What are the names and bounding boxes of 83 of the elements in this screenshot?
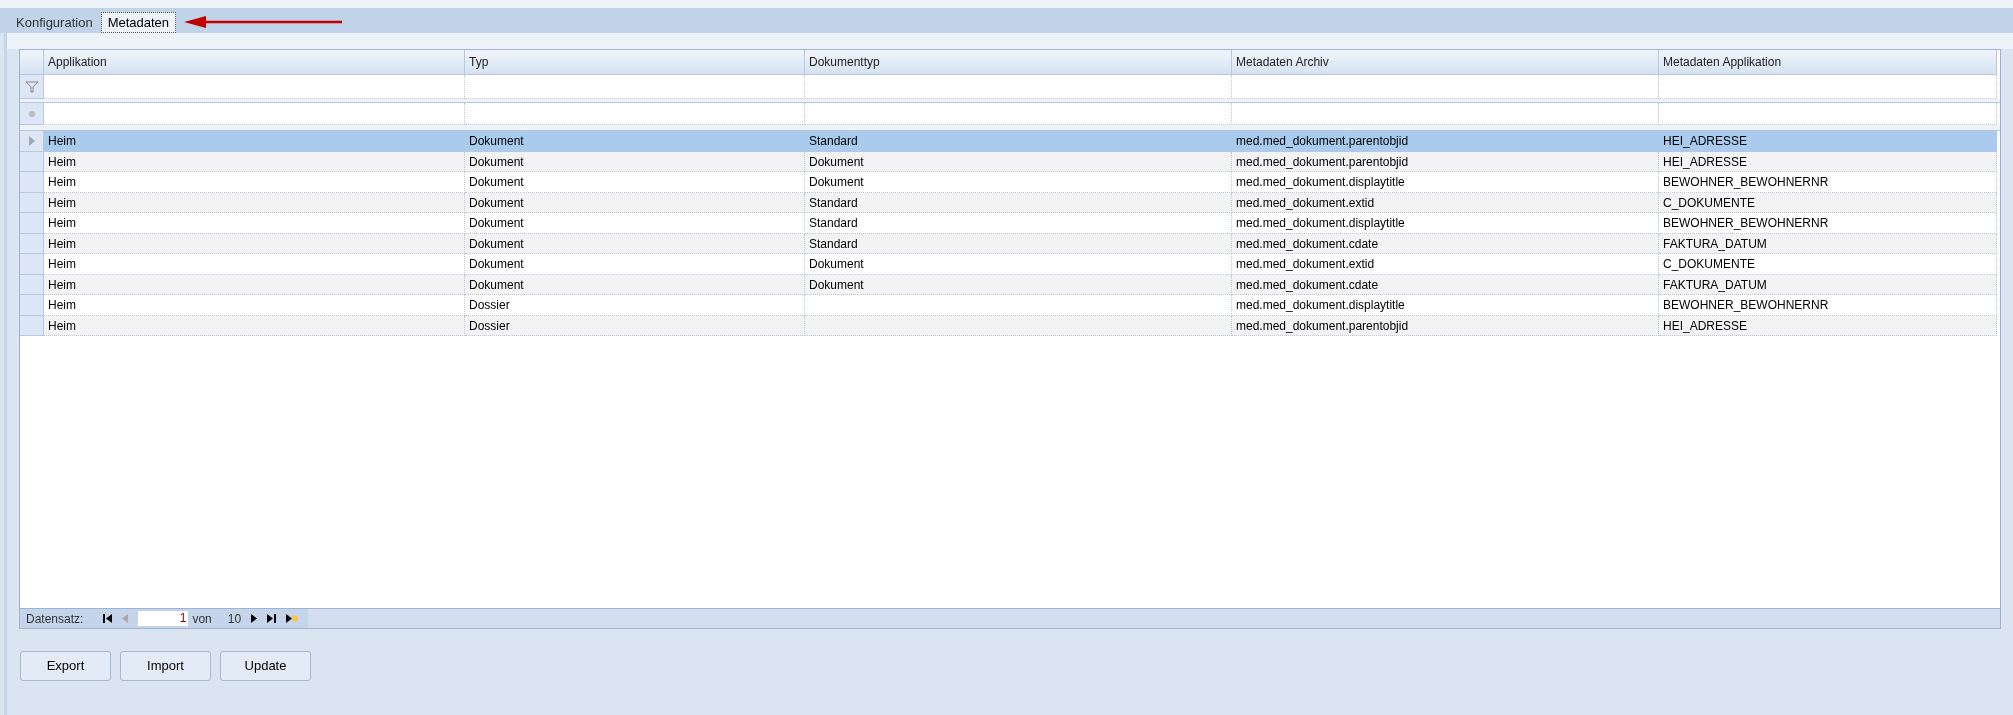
- table-cell: med.med_dokument.displaytitle: [1232, 295, 1659, 316]
- record-position-field[interactable]: 1: [138, 611, 189, 626]
- table-cell: HEI_ADRESSE: [1659, 151, 1997, 172]
- row-header[interactable]: [20, 75, 44, 99]
- table-cell: Heim: [44, 315, 465, 336]
- table-cell: Dokument: [465, 213, 805, 234]
- table-cell: Standard: [805, 192, 1232, 213]
- table-cell: Heim: [44, 131, 465, 152]
- tab[interactable]: Metadaten: [100, 12, 177, 33]
- row-header[interactable]: [20, 254, 44, 275]
- table-cell: Heim: [44, 233, 465, 254]
- table-cell: Heim: [44, 213, 465, 234]
- row-header[interactable]: [20, 213, 44, 234]
- table-cell: Dokument: [805, 274, 1232, 295]
- filter-icon: [24, 80, 39, 93]
- table-cell: Dokument: [465, 192, 805, 213]
- action-button[interactable]: Update: [220, 651, 311, 681]
- row-header[interactable]: [20, 233, 44, 254]
- table-cell: HEI_ADRESSE: [1659, 131, 1997, 152]
- tab[interactable]: Konfiguration: [10, 13, 99, 33]
- table-cell: med.med_dokument.parentobjid: [1232, 315, 1659, 336]
- table-cell: HEI_ADRESSE: [1659, 315, 1997, 336]
- column-header[interactable]: Typ: [465, 50, 805, 75]
- row-header[interactable]: [20, 172, 44, 193]
- navigator-label: von: [192, 610, 212, 628]
- table-cell: Heim: [44, 192, 465, 213]
- table-cell: Dokument: [805, 172, 1232, 193]
- table-cell: BEWOHNER_BEWOHNERNR: [1659, 172, 1997, 193]
- table-cell: Heim: [44, 172, 465, 193]
- table-cell: FAKTURA_DATUM: [1659, 233, 1997, 254]
- table-cell: Dokument: [465, 172, 805, 193]
- table-cell: Standard: [805, 213, 1232, 234]
- action-button[interactable]: Import: [120, 651, 211, 681]
- table-cell: Dokument: [465, 254, 805, 275]
- table-cell: med.med_dokument.parentobjid: [1232, 131, 1659, 152]
- table-cell: Dokument: [465, 274, 805, 295]
- table-cell: Dokument: [805, 254, 1232, 275]
- table-cell: Dokument: [465, 151, 805, 172]
- row-header[interactable]: [20, 151, 44, 172]
- table-cell: Dokument: [465, 233, 805, 254]
- column-header[interactable]: Metadaten Applikation: [1659, 50, 1997, 75]
- column-header[interactable]: Metadaten Archiv: [1232, 50, 1659, 75]
- row-pointer-icon: [28, 135, 35, 146]
- row-header[interactable]: [20, 103, 44, 125]
- row-header[interactable]: [20, 295, 44, 316]
- table-cell: Heim: [44, 274, 465, 295]
- table-cell: C_DOKUMENTE: [1659, 192, 1997, 213]
- record-count: 10: [227, 610, 242, 628]
- table-cell: med.med_dokument.extid: [1232, 192, 1659, 213]
- table-cell: FAKTURA_DATUM: [1659, 274, 1997, 295]
- table-cell: Dokument: [465, 131, 805, 152]
- table-cell: med.med_dokument.displaytitle: [1232, 172, 1659, 193]
- previous-record-button[interactable]: [122, 614, 129, 623]
- table-cell: med.med_dokument.cdate: [1232, 274, 1659, 295]
- action-button[interactable]: Export: [20, 651, 111, 681]
- table-cell: Heim: [44, 254, 465, 275]
- column-header[interactable]: Dokumenttyp: [805, 50, 1232, 75]
- row-header[interactable]: [20, 274, 44, 295]
- table-cell: Dossier: [465, 315, 805, 336]
- table-cell: Heim: [44, 151, 465, 172]
- table-cell: C_DOKUMENTE: [1659, 254, 1997, 275]
- navigator-label: Datensatz:: [26, 610, 84, 628]
- table-cell: Standard: [805, 233, 1232, 254]
- row-header[interactable]: [20, 315, 44, 336]
- first-record-button[interactable]: [103, 614, 113, 623]
- table-cell: Dossier: [465, 295, 805, 316]
- last-record-button[interactable]: [267, 614, 277, 623]
- table-cell: Heim: [44, 295, 465, 316]
- table-cell: med.med_dokument.cdate: [1232, 233, 1659, 254]
- new-record-button[interactable]: [286, 614, 299, 623]
- next-record-button[interactable]: [251, 614, 258, 623]
- row-header[interactable]: [20, 131, 44, 152]
- table-cell: BEWOHNER_BEWOHNERNR: [1659, 213, 1997, 234]
- new-row-icon: [27, 109, 36, 118]
- table-cell: Standard: [805, 131, 1232, 152]
- table-cell: med.med_dokument.displaytitle: [1232, 213, 1659, 234]
- table-cell: med.med_dokument.extid: [1232, 254, 1659, 275]
- table-cell: Dokument: [805, 151, 1232, 172]
- table-cell: med.med_dokument.parentobjid: [1232, 151, 1659, 172]
- row-header[interactable]: [20, 50, 44, 75]
- column-header[interactable]: Applikation: [44, 50, 465, 75]
- row-header[interactable]: [20, 192, 44, 213]
- table-cell: BEWOHNER_BEWOHNERNR: [1659, 295, 1997, 316]
